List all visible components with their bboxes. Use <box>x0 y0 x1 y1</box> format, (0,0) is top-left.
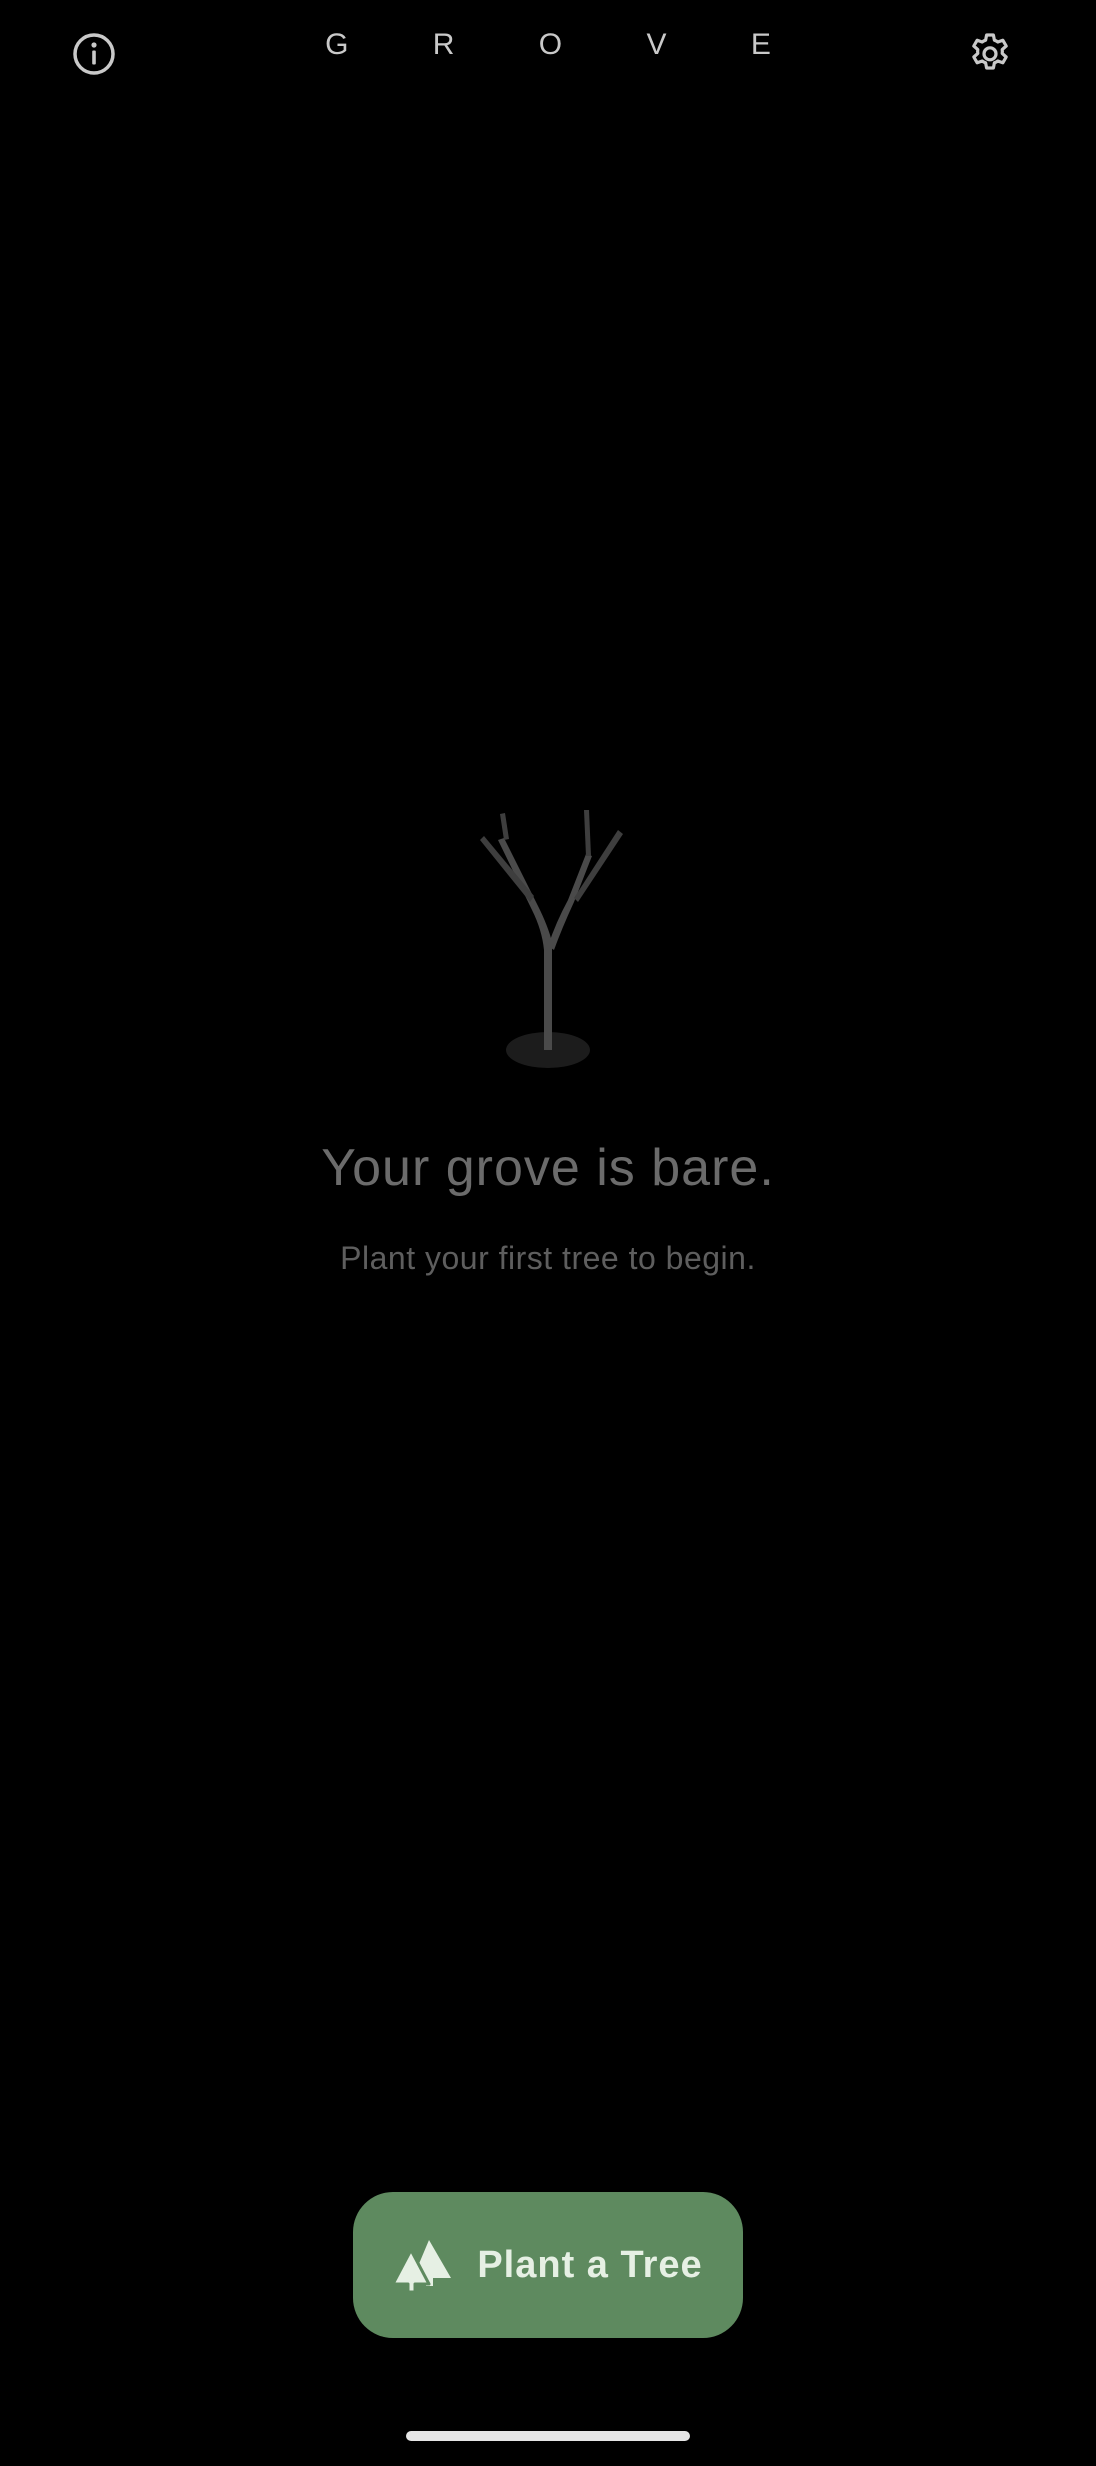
app-screen: G R O V E Your grove is bare. Plant your… <box>0 0 1096 2466</box>
empty-subtitle: Plant your first tree to begin. <box>340 1240 756 1276</box>
plant-tree-button[interactable]: Plant a Tree <box>353 2192 743 2338</box>
app-title: G R O V E <box>325 28 809 61</box>
trees-icon <box>393 2238 455 2292</box>
home-indicator[interactable] <box>406 2431 690 2441</box>
bare-tree-icon <box>480 810 623 1068</box>
top-bar: G R O V E <box>0 0 1096 110</box>
plant-tree-label: Plant a Tree <box>477 2243 703 2286</box>
empty-title: Your grove is bare. <box>321 1139 775 1197</box>
settings-button[interactable] <box>958 22 1022 86</box>
gear-icon <box>972 33 1008 70</box>
